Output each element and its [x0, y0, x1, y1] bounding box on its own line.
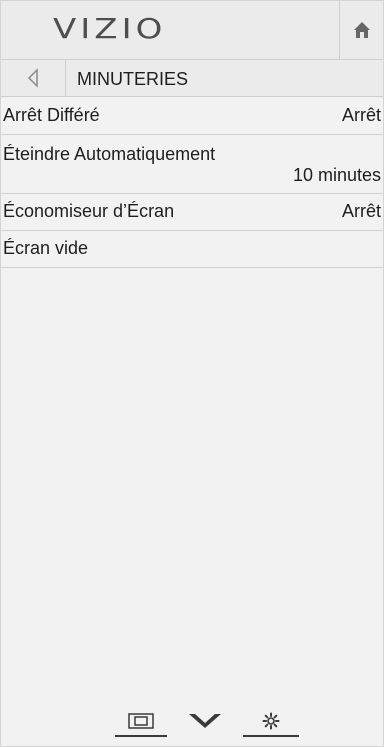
settings-button[interactable] [243, 707, 299, 737]
menu-item-blank-screen[interactable]: Écran vide [1, 231, 383, 268]
back-button[interactable] [1, 60, 66, 96]
page-title: MINUTERIES [77, 69, 189, 89]
menu-item-label: Éteindre Automatiquement [3, 144, 216, 164]
header-bar: VIZIO [1, 1, 383, 60]
menu-item-value: Arrêt [341, 105, 381, 125]
home-button[interactable] [339, 1, 383, 59]
settings-gear-icon [262, 712, 280, 730]
input-button[interactable] [115, 707, 167, 737]
vizio-logo: VIZIO [53, 12, 167, 46]
title-bar: MINUTERIES [1, 60, 383, 97]
menu-item-label: Économiseur d’Écran [3, 201, 175, 221]
menu-item-screen-saver[interactable]: Économiseur d’Écran Arrêt [1, 194, 383, 231]
tv-menu-screen: VIZIO MINUTERIES Arrêt Différé Arrêt Éte… [0, 0, 384, 747]
menu-list: Arrêt Différé Arrêt Éteindre Automatique… [1, 98, 383, 268]
vizio-v-icon [189, 714, 221, 728]
home-icon [354, 22, 370, 38]
menu-item-sleep-timer[interactable]: Arrêt Différé Arrêt [1, 98, 383, 135]
back-arrow-icon [27, 68, 38, 88]
vizio-button[interactable] [179, 707, 231, 735]
menu-item-value: Arrêt [341, 201, 381, 221]
footer-bar [1, 701, 383, 741]
menu-item-value: 10 minutes [292, 165, 381, 185]
menu-item-auto-power-off[interactable]: Éteindre Automatiquement 10 minutes [1, 135, 383, 194]
input-icon [128, 713, 154, 729]
menu-item-label: Écran vide [3, 238, 89, 258]
menu-item-label: Arrêt Différé [3, 105, 100, 125]
